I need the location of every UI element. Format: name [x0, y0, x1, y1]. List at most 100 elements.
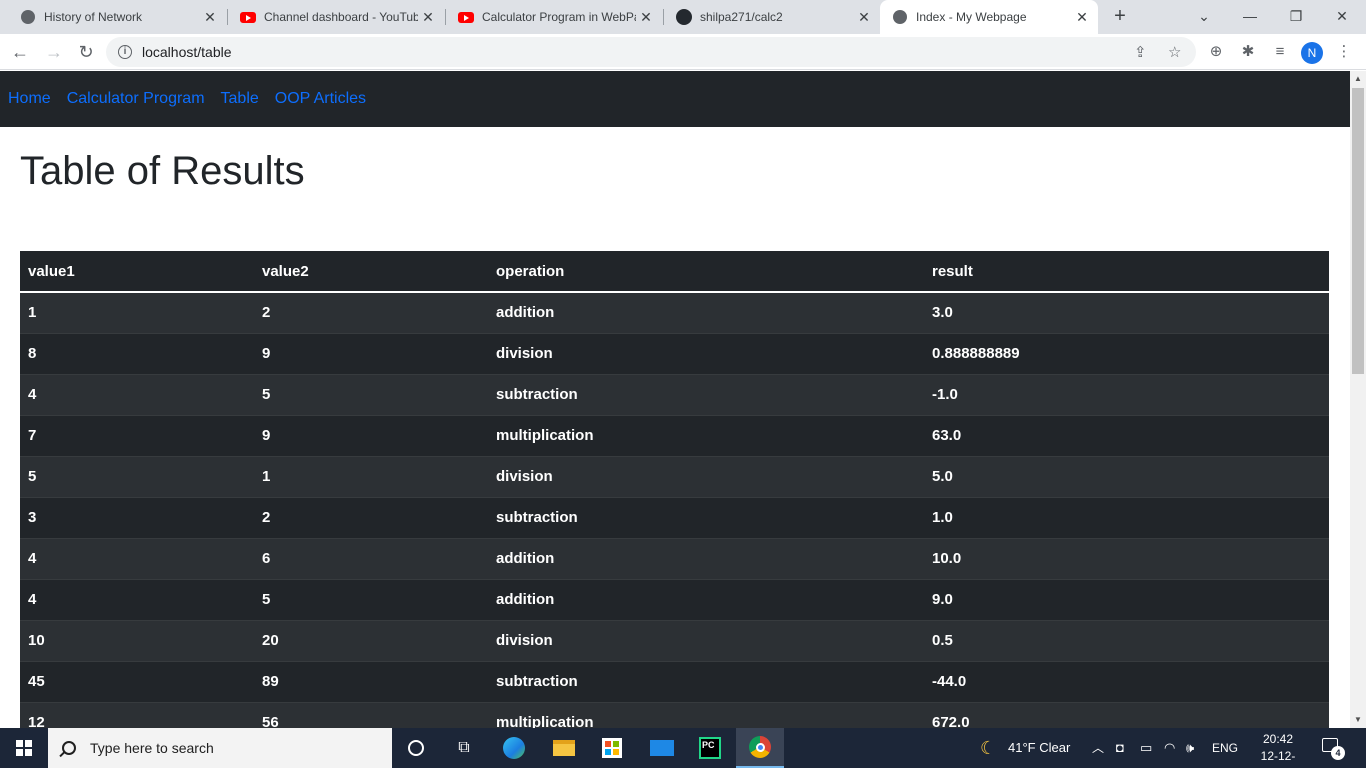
nav-link-table[interactable]: Table — [221, 90, 259, 108]
close-tab-icon[interactable]: ✕ — [418, 9, 438, 26]
cell-value2: 2 — [262, 304, 271, 322]
clock[interactable]: 20:42 12-12-2021 — [1248, 731, 1308, 782]
bookmark-star-icon[interactable]: ☆ — [1168, 43, 1181, 61]
page-scrollbar[interactable]: ▲ ▼ — [1350, 71, 1366, 728]
browser-toolbar: ← → ↻ i localhost/table ⇪ ☆ ⊕ ✱ ≡ N ⋮ — [0, 34, 1366, 70]
cell-value2: 1 — [262, 468, 271, 485]
results-table: value1 value2 operation result 1 2 additio… — [20, 251, 1329, 728]
table-body: 1 2 addition 3.0 8 9 division 0.888888889 4 5 subt… — [20, 292, 1329, 728]
cell-result: -1.0 — [932, 386, 958, 403]
chrome-taskbar-icon[interactable] — [736, 728, 784, 768]
cell-operation: division — [496, 468, 553, 485]
scroll-down-arrow-icon[interactable]: ▼ — [1350, 712, 1366, 728]
extensions-puzzle-icon[interactable]: ✱ — [1238, 42, 1258, 62]
youtube-icon — [240, 9, 256, 25]
notification-count-badge: 4 — [1331, 746, 1345, 760]
address-bar[interactable]: i localhost/table ⇪ ☆ — [106, 37, 1196, 67]
cell-value2: 2 — [262, 509, 271, 526]
taskbar-search-box[interactable]: Type here to search — [48, 728, 392, 768]
table-row: 4 5 addition 9.0 — [20, 579, 1329, 620]
cell-result: 0.5 — [932, 632, 953, 649]
scrollbar-thumb[interactable] — [1352, 88, 1364, 374]
globe-icon — [20, 9, 36, 25]
site-info-icon[interactable]: i — [118, 45, 132, 59]
weather-moon-icon[interactable]: ☾ — [980, 728, 996, 768]
nav-link-oop-articles[interactable]: OOP Articles — [275, 90, 366, 108]
weather-status[interactable]: 41°F Clear — [1008, 728, 1070, 768]
column-header-result: result — [924, 251, 1329, 293]
notification-center-icon[interactable]: 4 — [1322, 738, 1345, 760]
close-tab-icon[interactable]: ✕ — [636, 9, 656, 26]
tab-title: Channel dashboard - YouTube — [264, 10, 418, 24]
cell-value2: 56 — [262, 714, 279, 728]
mail-icon[interactable] — [638, 728, 686, 768]
share-icon[interactable]: ⇪ — [1134, 43, 1147, 61]
back-button[interactable]: ← — [8, 40, 32, 64]
profile-avatar[interactable]: N — [1301, 42, 1323, 64]
tab-title: shilpa271/calc2 — [700, 10, 783, 24]
tab-channel-dashboard[interactable]: Channel dashboard - YouTube ✕ — [228, 0, 444, 34]
battery-icon[interactable]: ▭ — [1140, 728, 1152, 768]
table-row: 7 9 multiplication 63.0 — [20, 415, 1329, 456]
forward-button[interactable]: → — [42, 40, 66, 64]
search-icon — [62, 741, 76, 755]
globe-icon — [892, 9, 908, 25]
cell-operation: subtraction — [496, 509, 578, 526]
windows-taskbar: Type here to search ⧉ PC ☾ 41°F Clear ︿ … — [0, 728, 1366, 780]
tab-history-of-network[interactable]: History of Network ✕ — [8, 0, 226, 34]
cell-operation: addition — [496, 550, 555, 567]
cell-value1: 12 — [28, 714, 45, 728]
table-row: 3 2 subtraction 1.0 — [20, 497, 1329, 538]
menu-kebab-icon[interactable]: ⋮ — [1334, 42, 1354, 62]
restore-button[interactable]: ❐ — [1276, 4, 1316, 28]
column-header-operation: operation — [488, 251, 924, 293]
start-button[interactable] — [0, 728, 48, 768]
cell-value1: 1 — [28, 304, 37, 322]
nav-link-calculator-program[interactable]: Calculator Program — [67, 90, 205, 108]
close-tab-icon[interactable]: ✕ — [854, 9, 874, 26]
close-tab-icon[interactable]: ✕ — [200, 9, 220, 26]
tab-search-chevron-icon[interactable]: ⌄ — [1184, 4, 1224, 28]
nav-link-home[interactable]: Home — [8, 90, 51, 108]
meet-now-icon[interactable]: ◘ — [1116, 728, 1124, 768]
cell-value1: 4 — [28, 591, 37, 608]
cell-operation: subtraction — [496, 386, 578, 403]
reload-button[interactable]: ↻ — [74, 40, 98, 64]
show-hidden-icons-chevron-icon[interactable]: ︿ — [1092, 728, 1104, 768]
volume-icon[interactable]: 🕪 — [1186, 728, 1194, 768]
media-control-icon[interactable]: ≡ — [1270, 42, 1290, 62]
cell-value1: 4 — [28, 550, 37, 567]
page-viewport: Home Calculator Program Table OOP Articl… — [0, 71, 1350, 728]
cell-value2: 6 — [262, 550, 271, 567]
windows-logo-icon — [16, 740, 32, 756]
cell-value1: 3 — [28, 509, 37, 526]
cell-value1: 10 — [28, 632, 45, 649]
url-text[interactable]: localhost/table — [142, 44, 232, 60]
wifi-icon[interactable]: ◠ — [1164, 728, 1175, 768]
close-tab-icon[interactable]: ✕ — [1072, 9, 1092, 26]
scroll-up-arrow-icon[interactable]: ▲ — [1350, 71, 1366, 87]
close-window-button[interactable]: ✕ — [1322, 4, 1362, 28]
tab-calculator-program[interactable]: Calculator Program in WebPage ✕ — [446, 0, 662, 34]
cortana-icon[interactable] — [392, 728, 440, 768]
cell-value2: 20 — [262, 632, 279, 649]
youtube-icon — [458, 9, 474, 25]
microsoft-store-icon[interactable] — [588, 728, 636, 768]
file-explorer-icon[interactable] — [540, 728, 588, 768]
column-header-value1: value1 — [20, 251, 254, 293]
clock-time: 20:42 — [1262, 732, 1294, 746]
pycharm-icon[interactable]: PC — [686, 728, 734, 768]
task-view-icon[interactable]: ⧉ — [440, 728, 488, 768]
cell-value1: 45 — [28, 673, 45, 690]
cell-operation: addition — [496, 304, 555, 322]
minimize-button[interactable]: — — [1230, 4, 1270, 28]
cell-operation: multiplication — [496, 714, 594, 728]
edge-browser-icon[interactable] — [490, 728, 538, 768]
cell-value1: 4 — [28, 386, 37, 403]
table-header-row: value1 value2 operation result — [20, 251, 1329, 293]
language-indicator[interactable]: ENG — [1212, 728, 1238, 768]
tab-github-calc2[interactable]: shilpa271/calc2 ✕ — [664, 0, 880, 34]
new-tab-button[interactable]: + — [1108, 5, 1132, 29]
extension-icon[interactable]: ⊕ — [1206, 42, 1226, 62]
tab-index-my-webpage[interactable]: Index - My Webpage ✕ — [880, 0, 1098, 34]
